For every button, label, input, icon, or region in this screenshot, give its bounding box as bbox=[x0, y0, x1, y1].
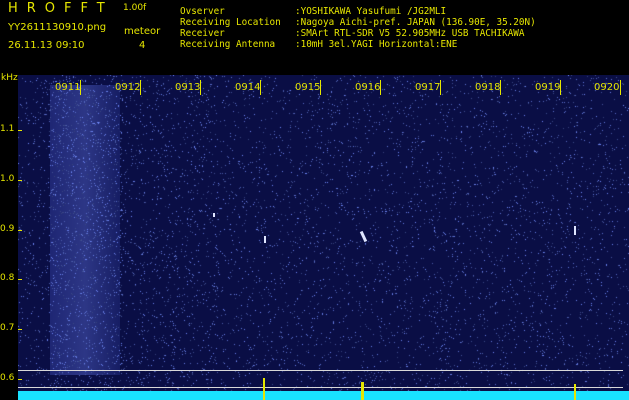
minute-divider bbox=[200, 80, 201, 95]
info-key: Receiving Antenna bbox=[180, 39, 276, 50]
reference-line-lower bbox=[18, 387, 623, 388]
info-value: :10mH 3el.YAGI Horizontal:ENE bbox=[295, 39, 458, 50]
info-key: Receiver bbox=[180, 28, 225, 39]
y-tick-mark bbox=[18, 230, 22, 231]
app-version: 1.00f bbox=[123, 3, 147, 13]
x-tick-label: 0916 bbox=[355, 82, 381, 93]
header-panel: HROFFT 1.00f YY2611130910.png meteor 26.… bbox=[0, 0, 629, 75]
x-tick-label: 0913 bbox=[175, 82, 201, 93]
info-row-observer: Ovserver :YOSHIKAWA Yasufumi /JG2MLI bbox=[180, 6, 536, 17]
y-tick-mark bbox=[18, 130, 22, 131]
meteor-label: meteor bbox=[124, 26, 161, 37]
signal-spike bbox=[361, 382, 364, 400]
meteor-echo bbox=[264, 236, 266, 243]
reference-line-upper bbox=[18, 370, 623, 371]
y-tick-mark bbox=[18, 279, 22, 280]
y-tick-label: 0.6 bbox=[0, 373, 15, 383]
info-row-receiver: Receiver :SMArt RTL-SDR V5 52.905MHz USB … bbox=[180, 28, 536, 39]
info-value: :YOSHIKAWA Yasufumi /JG2MLI bbox=[295, 6, 447, 17]
timestamp-label: 26.11.13 09:10 bbox=[8, 40, 85, 51]
info-value: :Nagoya Aichi-pref. JAPAN (136.90E, 35.2… bbox=[295, 17, 536, 28]
signal-baseline bbox=[18, 391, 629, 400]
spectrogram-noise bbox=[18, 75, 629, 400]
info-row-antenna: Receiving Antenna :10mH 3el.YAGI Horizont… bbox=[180, 39, 536, 50]
minute-divider bbox=[500, 80, 501, 95]
y-tick-label: 1.1 bbox=[0, 124, 15, 134]
y-tick-mark bbox=[18, 329, 22, 330]
minute-divider bbox=[380, 80, 381, 95]
meteor-count: 4 bbox=[139, 40, 146, 51]
minute-divider bbox=[140, 80, 141, 95]
x-tick-label: 0912 bbox=[115, 82, 141, 93]
minute-divider bbox=[620, 80, 621, 95]
station-info: Ovserver :YOSHIKAWA Yasufumi /JG2MLI Rece… bbox=[180, 6, 536, 50]
x-tick-label: 0918 bbox=[475, 82, 501, 93]
minute-divider bbox=[320, 80, 321, 95]
meteor-echo bbox=[574, 226, 576, 235]
minute-divider bbox=[440, 80, 441, 95]
y-tick-label: 1.0 bbox=[0, 174, 15, 184]
info-row-location: Receiving Location :Nagoya Aichi-pref. JA… bbox=[180, 17, 536, 28]
info-key: Receiving Location bbox=[180, 17, 281, 28]
signal-spike bbox=[574, 384, 576, 400]
meteor-echo bbox=[213, 213, 215, 217]
info-key: Ovserver bbox=[180, 6, 225, 17]
signal-spike bbox=[263, 378, 265, 400]
x-tick-label: 0915 bbox=[295, 82, 321, 93]
minute-divider bbox=[560, 80, 561, 95]
info-value: :SMArt RTL-SDR V5 52.905MHz USB TACHIKAW… bbox=[295, 28, 525, 39]
x-tick-label: 0911 bbox=[55, 82, 81, 93]
y-tick-mark bbox=[18, 180, 22, 181]
x-tick-label: 0919 bbox=[535, 82, 561, 93]
y-tick-mark bbox=[18, 379, 22, 380]
filename-label: YY2611130910.png bbox=[8, 22, 107, 33]
x-tick-label: 0914 bbox=[235, 82, 261, 93]
minute-divider bbox=[80, 80, 81, 95]
y-axis-unit: kHz bbox=[1, 73, 18, 83]
spectrogram-area bbox=[18, 75, 629, 400]
x-tick-label: 0917 bbox=[415, 82, 441, 93]
x-tick-label: 0920 bbox=[594, 82, 620, 93]
y-tick-label: 0.7 bbox=[0, 323, 15, 333]
app-title: HROFFT bbox=[8, 1, 114, 16]
y-tick-label: 0.9 bbox=[0, 224, 15, 234]
minute-divider bbox=[260, 80, 261, 95]
y-tick-label: 0.8 bbox=[0, 273, 15, 283]
